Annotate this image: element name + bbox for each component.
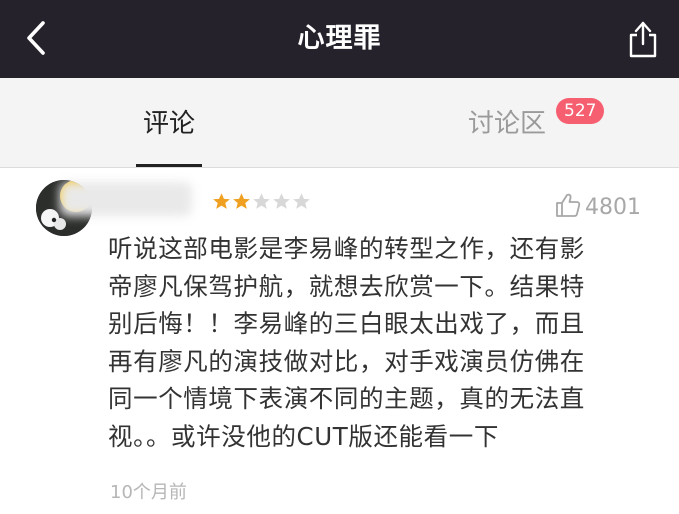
thumbs-up-icon	[556, 193, 581, 217]
star-icon	[293, 193, 310, 209]
discussion-count-badge: 527	[556, 98, 605, 124]
star-icon	[213, 193, 230, 209]
comment-timestamp: 10个月前	[110, 482, 187, 503]
star-icon	[253, 193, 270, 209]
share-icon	[629, 21, 657, 58]
comment-item: 4801 听说这部电影是李易峰的转型之作，还有影 帝廖凡保驾护航，就想去欣赏一下…	[0, 168, 679, 514]
comment-text: 听说这部电影是李易峰的转型之作，还有影 帝廖凡保驾护航，就想去欣赏一下。结果特 …	[108, 230, 648, 455]
star-icon	[273, 193, 290, 209]
star-icon	[233, 193, 250, 209]
top-navigation-bar: 心理罪	[0, 0, 679, 78]
comment-line: 同一个情境下表演不同的主题，真的无法直	[108, 384, 585, 413]
comment-line: 听说这部电影是李易峰的转型之作，还有影	[108, 234, 585, 263]
comment-line: 再有廖凡的演技做对比，对手戏演员仿佛在	[108, 346, 585, 376]
active-tab-indicator	[136, 164, 202, 167]
like-button[interactable]: 4801	[555, 192, 641, 222]
comment-line: 别后悔！！李易峰的三白眼太出戏了，而且	[108, 309, 585, 338]
username-blurred	[60, 182, 192, 216]
tab-comments[interactable]: 评论	[136, 78, 202, 168]
share-button[interactable]	[623, 16, 663, 60]
page-title: 心理罪	[297, 23, 382, 54]
comment-line: 帝廖凡保驾护航，就想去欣赏一下。结果特	[108, 271, 585, 301]
rating-stars	[212, 192, 312, 214]
tab-discussion[interactable]: 讨论区	[468, 78, 546, 168]
like-count: 4801	[585, 195, 641, 220]
comment-line: 视。。或许没他的CUT版还能看一下	[108, 421, 499, 451]
